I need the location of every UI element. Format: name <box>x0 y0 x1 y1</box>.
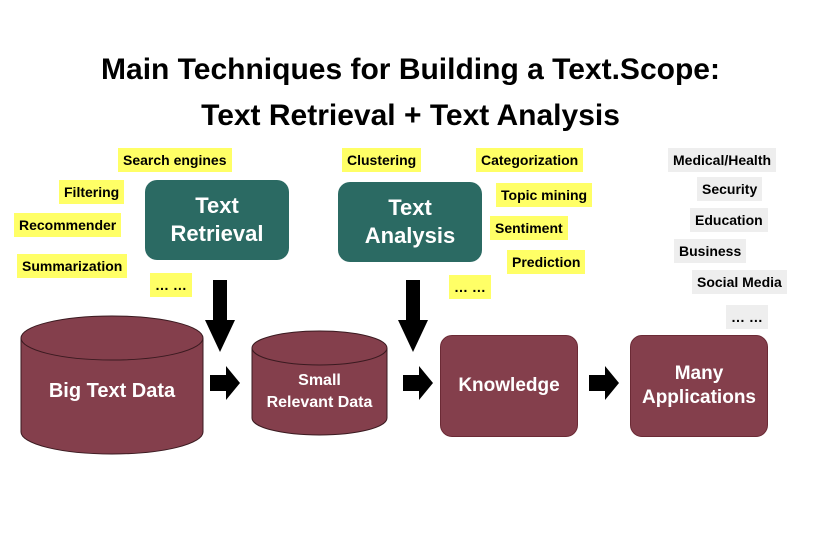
title-line-2: Text Retrieval + Text Analysis <box>201 99 620 132</box>
application-security: Security <box>697 177 763 201</box>
technique-sentiment: Sentiment <box>490 216 568 240</box>
technique-analysis-more: … … <box>449 275 491 299</box>
small-relevant-data-label: Small Relevant Data <box>251 370 388 414</box>
technique-clustering: Clustering <box>342 148 422 172</box>
text-analysis-box: Text Analysis <box>338 182 482 262</box>
application-more: … … <box>726 305 768 329</box>
text-analysis-label-1: Text <box>388 195 432 220</box>
text-analysis-label-2: Analysis <box>364 223 456 248</box>
title-line-1: Main Techniques for Building a Text.Scop… <box>101 53 720 86</box>
application-education: Education <box>690 208 768 232</box>
knowledge-box: Knowledge <box>440 335 578 437</box>
right-arrow-3 <box>589 366 619 400</box>
technique-search-engines: Search engines <box>118 148 232 172</box>
small-data-label-2: Relevant Data <box>266 394 373 411</box>
right-arrow-2 <box>403 366 433 400</box>
text-retrieval-box: Text Retrieval <box>145 180 289 260</box>
many-applications-box: Many Applications <box>630 335 768 437</box>
many-applications-label-1: Many <box>674 363 724 384</box>
technique-retrieval-more: … … <box>150 273 192 297</box>
technique-categorization: Categorization <box>476 148 584 172</box>
technique-recommender: Recommender <box>14 213 122 237</box>
application-social-media: Social Media <box>692 270 787 294</box>
text-retrieval-label-1: Text <box>195 193 239 218</box>
application-business: Business <box>674 239 747 263</box>
right-arrow-1 <box>210 366 240 400</box>
down-arrow-retrieval <box>205 280 235 352</box>
application-medical-health: Medical/Health <box>668 148 777 172</box>
technique-prediction: Prediction <box>507 250 586 274</box>
knowledge-label: Knowledge <box>458 375 560 396</box>
technique-topic-mining: Topic mining <box>496 183 593 207</box>
text-retrieval-label-2: Retrieval <box>170 221 264 246</box>
small-data-label-1: Small <box>298 372 341 389</box>
big-text-data-cylinder: Big Text Data <box>20 314 204 456</box>
down-arrow-analysis <box>398 280 428 352</box>
big-text-data-label: Big Text Data <box>48 380 176 402</box>
technique-filtering: Filtering <box>59 180 125 204</box>
small-relevant-data-cylinder: Small Relevant Data <box>251 330 388 436</box>
technique-summarization: Summarization <box>17 254 128 278</box>
many-applications-label-2: Applications <box>641 387 756 408</box>
